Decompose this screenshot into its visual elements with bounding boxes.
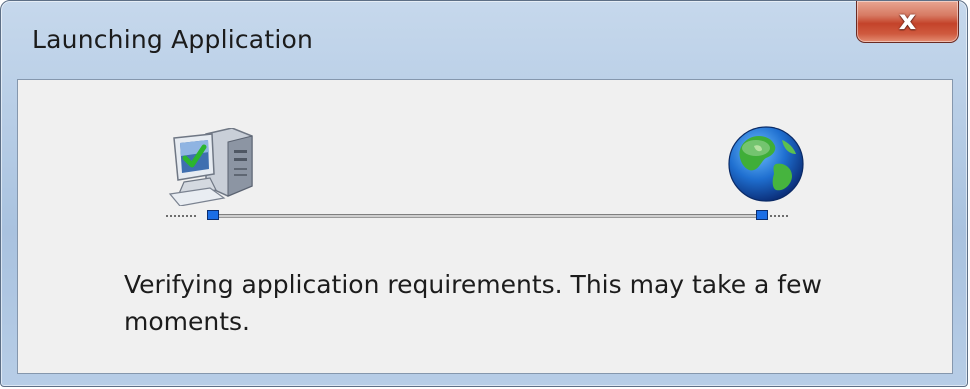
status-message: Verifying application requirements. This…: [124, 270, 822, 336]
connection-dots-left: [166, 215, 196, 217]
window-title: Launching Application: [32, 25, 314, 54]
computer-check-icon: [168, 128, 253, 206]
connection-port-left: [207, 210, 219, 220]
connection-dots-right: [766, 215, 788, 217]
connection-port-right: [756, 210, 768, 220]
launch-dialog: Launching Application x Verifying applic…: [0, 0, 968, 387]
close-icon: x: [898, 5, 917, 36]
dialog-content: Verifying application requirements. This…: [17, 79, 953, 374]
close-button[interactable]: x: [856, 1, 959, 43]
connection-line: [214, 214, 758, 218]
globe-icon: [728, 126, 804, 202]
